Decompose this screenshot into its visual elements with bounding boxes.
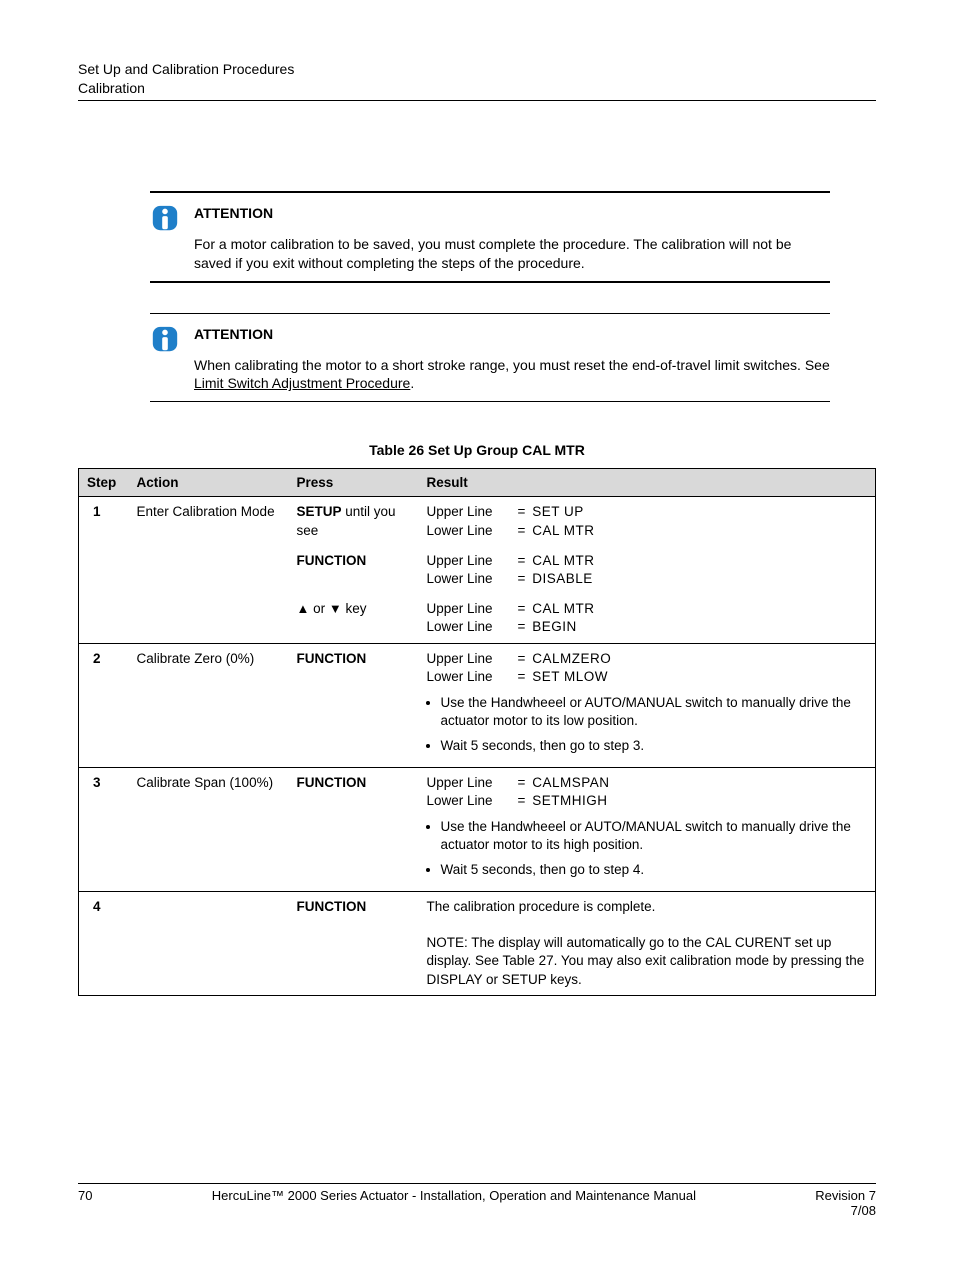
info-icon (150, 324, 180, 354)
attention-box-2: ATTENTION When calibrating the motor to … (150, 313, 830, 403)
attention-body: ATTENTION When calibrating the motor to … (194, 324, 830, 394)
cell-press: FUNCTION (289, 643, 419, 767)
attention-link[interactable]: Limit Switch Adjustment Procedure (194, 375, 410, 391)
table-row: 2Calibrate Zero (0%)FUNCTIONUpper Line= … (79, 643, 876, 767)
cell-step: 1 (79, 497, 129, 546)
down-arrow-icon: ▼ (329, 601, 342, 616)
col-result: Result (419, 469, 876, 497)
cell-press: FUNCTION (289, 546, 419, 594)
procedure-table: Step Action Press Result 1Enter Calibrat… (78, 468, 876, 995)
table-row: FUNCTIONUpper Line= CAL MTRLower Line= D… (79, 546, 876, 594)
attention-title: ATTENTION (194, 326, 830, 342)
col-step: Step (79, 469, 129, 497)
cell-step: 2 (79, 643, 129, 767)
cell-press: ▲ or ▼ key (289, 594, 419, 643)
table-title: Table 26 Set Up Group CAL MTR (78, 442, 876, 458)
cell-step: 3 (79, 767, 129, 891)
col-action: Action (129, 469, 289, 497)
cell-action: Enter Calibration Mode (129, 497, 289, 546)
cell-result: Upper Line= SET UPLower Line= CAL MTR (419, 497, 876, 546)
up-arrow-icon: ▲ (297, 601, 310, 616)
attention-text-before: When calibrating the motor to a short st… (194, 357, 830, 373)
cell-step (79, 546, 129, 594)
page-header: Set Up and Calibration Procedures Calibr… (78, 60, 876, 101)
cell-result: Upper Line= CALMSPANLower Line= SETMHIGH… (419, 767, 876, 891)
table-row: 4 FUNCTIONThe calibration procedure is co… (79, 891, 876, 995)
page-footer: 70 HercuLine™ 2000 Series Actuator - Ins… (78, 1183, 876, 1218)
cell-step (79, 594, 129, 643)
cell-result: Upper Line= CAL MTRLower Line= DISABLE (419, 546, 876, 594)
attention-text: For a motor calibration to be saved, you… (194, 235, 830, 273)
header-line-1: Set Up and Calibration Procedures (78, 60, 876, 79)
table-row: 1Enter Calibration ModeSETUP until you s… (79, 497, 876, 546)
cell-action: Calibrate Span (100%) (129, 767, 289, 891)
cell-result: The calibration procedure is complete.NO… (419, 891, 876, 995)
table-row: 3Calibrate Span (100%)FUNCTIONUpper Line… (79, 767, 876, 891)
cell-action: Calibrate Zero (0%) (129, 643, 289, 767)
footer-rev: Revision 7 (815, 1188, 876, 1203)
footer-title: HercuLine™ 2000 Series Actuator - Instal… (212, 1188, 696, 1218)
cell-press: FUNCTION (289, 891, 419, 995)
cell-result: Upper Line= CAL MTRLower Line= BEGIN (419, 594, 876, 643)
attention-body: ATTENTION For a motor calibration to be … (194, 203, 830, 273)
cell-press: FUNCTION (289, 767, 419, 891)
attention-title: ATTENTION (194, 205, 830, 221)
info-icon (150, 203, 180, 233)
col-press: Press (289, 469, 419, 497)
table-row: ▲ or ▼ keyUpper Line= CAL MTRLower Line=… (79, 594, 876, 643)
cell-action (129, 546, 289, 594)
footer-date: 7/08 (815, 1203, 876, 1218)
cell-action (129, 594, 289, 643)
header-line-2: Calibration (78, 79, 876, 98)
cell-result: Upper Line= CALMZEROLower Line= SET MLOW… (419, 643, 876, 767)
list-item: Use the Handwheeel or AUTO/MANUAL switch… (441, 694, 868, 730)
footer-right: Revision 7 7/08 (815, 1188, 876, 1218)
attention-text: When calibrating the motor to a short st… (194, 356, 830, 394)
list-item: Use the Handwheeel or AUTO/MANUAL switch… (441, 818, 868, 854)
attention-text-after: . (410, 375, 414, 391)
cell-action (129, 891, 289, 995)
attention-box-1: ATTENTION For a motor calibration to be … (150, 191, 830, 283)
list-item: Wait 5 seconds, then go to step 3. (441, 737, 868, 755)
cell-step: 4 (79, 891, 129, 995)
footer-page: 70 (78, 1188, 92, 1218)
list-item: Wait 5 seconds, then go to step 4. (441, 861, 868, 879)
cell-press: SETUP until you see (289, 497, 419, 546)
